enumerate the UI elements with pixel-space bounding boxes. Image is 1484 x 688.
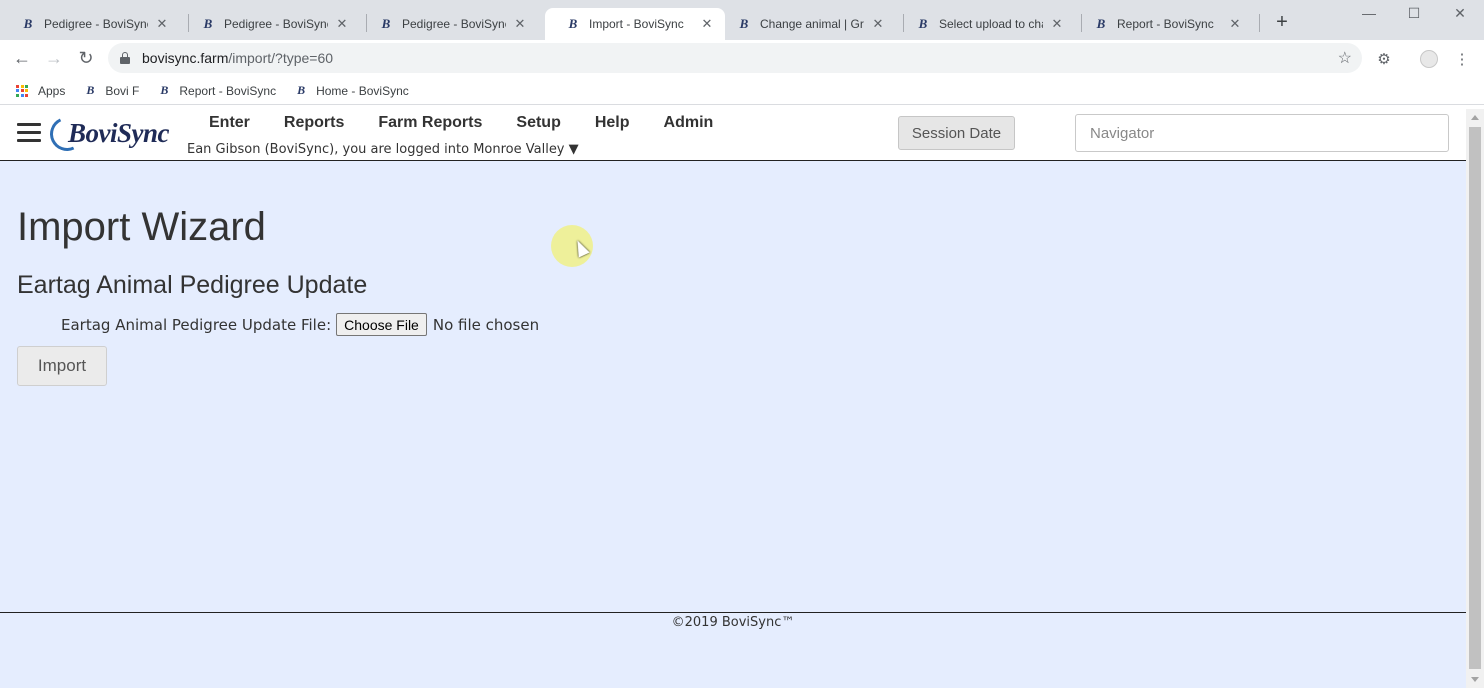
tab-title: Import - BoviSync: [589, 17, 684, 31]
maximize-icon[interactable]: ☐: [1391, 2, 1437, 24]
scroll-down-icon[interactable]: [1471, 677, 1479, 682]
page-scrollbar[interactable]: [1466, 109, 1484, 688]
browser-tab-active[interactable]: B Import - BoviSync ✕: [545, 8, 725, 40]
bovisync-favicon: B: [568, 16, 578, 31]
nav-help[interactable]: Help: [595, 114, 630, 132]
bookmarks-bar: Apps B Bovi F B Report - BoviSync B Home…: [0, 77, 1484, 105]
bookmark-report[interactable]: B Report - BoviSync: [157, 83, 277, 98]
bookmark-label: Report - BoviSync: [179, 83, 277, 98]
close-icon[interactable]: ✕: [512, 16, 528, 32]
tab-title: Change animal | Grap: [760, 17, 864, 31]
file-status-text: No file chosen: [432, 315, 540, 334]
bovisync-favicon: B: [203, 16, 213, 31]
page-viewport: BoviSync Enter Reports Farm Reports Setu…: [0, 109, 1466, 688]
bovisync-favicon: B: [381, 16, 391, 31]
close-icon[interactable]: ✕: [334, 16, 350, 32]
browser-tab[interactable]: B Select upload to char ✕: [895, 8, 1075, 40]
extension-icon[interactable]: ⚙: [1373, 48, 1395, 70]
browser-tab[interactable]: B Pedigree - BoviSync ✕: [358, 8, 538, 40]
close-icon[interactable]: ✕: [154, 16, 170, 32]
back-icon[interactable]: ←: [10, 46, 34, 70]
navigator-input[interactable]: Navigator: [1075, 114, 1449, 152]
bookmark-label: Bovi F: [105, 83, 140, 98]
caret-down-icon: ▼: [568, 142, 579, 157]
file-upload-row: Eartag Animal Pedigree Update File: Choo…: [61, 313, 539, 336]
login-text: Ean Gibson (BoviSync), you are logged in…: [187, 142, 470, 157]
site-header: BoviSync Enter Reports Farm Reports Setu…: [0, 109, 1466, 161]
reload-icon[interactable]: ↻: [74, 46, 98, 70]
bookmark-apps[interactable]: Apps: [0, 84, 65, 98]
footer-divider: [0, 612, 1466, 613]
tab-title: Select upload to char: [939, 17, 1043, 31]
bovisync-favicon: B: [918, 16, 928, 31]
nav-reports[interactable]: Reports: [284, 114, 344, 132]
bookmark-label: Home - BoviSync: [316, 83, 409, 98]
address-bar[interactable]: bovisync.farm/import/?type=60 ☆: [108, 43, 1362, 73]
file-input-label: Eartag Animal Pedigree Update File:: [61, 315, 332, 334]
farm-selector[interactable]: Monroe Valley ▼: [473, 142, 578, 157]
forward-icon[interactable]: →: [42, 46, 66, 70]
logo-text: BoviSync: [68, 118, 170, 148]
bovisync-logo[interactable]: BoviSync: [45, 112, 180, 156]
close-icon[interactable]: ✕: [870, 16, 886, 32]
close-icon[interactable]: ✕: [699, 16, 715, 32]
tab-title: Pedigree - BoviSync: [224, 17, 328, 31]
nav-enter[interactable]: Enter: [209, 114, 250, 132]
tab-title: Pedigree - BoviSync: [44, 17, 148, 31]
import-button[interactable]: Import: [17, 346, 107, 386]
profile-avatar-icon[interactable]: [1418, 48, 1440, 70]
scrollbar-thumb[interactable]: [1469, 127, 1481, 669]
close-icon[interactable]: ✕: [1049, 16, 1065, 32]
bovisync-favicon: B: [160, 83, 169, 97]
minimize-icon[interactable]: —: [1346, 2, 1392, 24]
bovisync-favicon: B: [1096, 16, 1106, 31]
close-window-icon[interactable]: ✕: [1437, 2, 1483, 24]
tab-title: Report - BoviSync: [1117, 17, 1214, 31]
choose-file-button[interactable]: Choose File: [336, 313, 427, 336]
bookmark-home[interactable]: B Home - BoviSync: [294, 83, 409, 98]
main-nav: Enter Reports Farm Reports Setup Help Ad…: [209, 114, 747, 132]
browser-tab[interactable]: B Change animal | Grap ✕: [716, 8, 896, 40]
nav-farm-reports[interactable]: Farm Reports: [378, 114, 482, 132]
hamburger-menu-icon[interactable]: [17, 123, 41, 143]
tab-divider: [1259, 14, 1260, 32]
tab-title: Pedigree - BoviSync: [402, 17, 506, 31]
section-title: Eartag Animal Pedigree Update: [17, 271, 368, 299]
url-text: bovisync.farm/import/?type=60: [142, 50, 334, 66]
login-status: Ean Gibson (BoviSync), you are logged in…: [187, 142, 579, 157]
scroll-up-icon[interactable]: [1471, 115, 1479, 120]
nav-setup[interactable]: Setup: [516, 114, 560, 132]
browser-toolbar: ← → ↻ bovisync.farm/import/?type=60 ☆ ⚙ …: [0, 40, 1484, 77]
bookmark-label: Apps: [38, 83, 66, 98]
bovisync-favicon: B: [23, 16, 33, 31]
bookmark-star-icon[interactable]: ☆: [1338, 48, 1352, 68]
menu-kebab-icon[interactable]: ⋮: [1451, 48, 1473, 70]
browser-tab-strip: B Pedigree - BoviSync ✕ B Pedigree - Bov…: [0, 0, 1484, 40]
browser-tab[interactable]: B Pedigree - BoviSync ✕: [180, 8, 360, 40]
bovisync-favicon: B: [86, 83, 95, 97]
browser-tab[interactable]: B Report - BoviSync ✕: [1073, 8, 1253, 40]
bovisync-favicon: B: [297, 83, 306, 97]
browser-tab[interactable]: B Pedigree - BoviSync ✕: [0, 8, 180, 40]
page-title: Import Wizard: [17, 205, 266, 249]
close-icon[interactable]: ✕: [1227, 16, 1243, 32]
bookmark-bovi-f[interactable]: B Bovi F: [83, 83, 140, 98]
bovisync-favicon: B: [739, 16, 749, 31]
new-tab-button[interactable]: +: [1270, 10, 1294, 34]
apps-grid-icon: [16, 84, 28, 97]
footer-copyright: ©2019 BoviSync™: [671, 615, 795, 630]
nav-admin[interactable]: Admin: [664, 114, 714, 132]
lock-icon: [120, 52, 130, 64]
session-date-button[interactable]: Session Date: [898, 116, 1015, 150]
